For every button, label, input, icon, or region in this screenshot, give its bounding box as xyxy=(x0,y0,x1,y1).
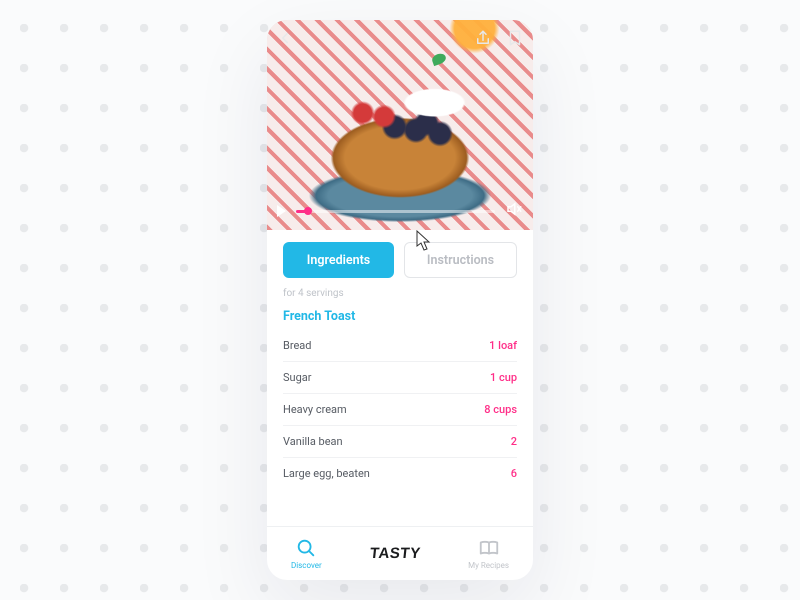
servings-text: for 4 servings xyxy=(283,288,517,299)
list-item: Sugar 1 cup xyxy=(283,362,517,394)
ingredient-amount: 6 xyxy=(511,467,517,480)
discover-icon xyxy=(295,537,317,559)
play-button[interactable] xyxy=(277,205,286,217)
ingredients-list: Bread 1 loaf Sugar 1 cup Heavy cream 8 c… xyxy=(283,330,517,489)
tab-ingredients[interactable]: Ingredients xyxy=(283,242,394,278)
phone-frame: Ingredients Instructions for 4 servings … xyxy=(267,20,533,580)
play-icon xyxy=(277,205,286,217)
chevron-left-icon xyxy=(276,29,294,47)
volume-muted-icon xyxy=(505,200,523,218)
list-item: Vanilla bean 2 xyxy=(283,426,517,458)
section-title: French Toast xyxy=(283,309,517,324)
recipe-hero-image xyxy=(267,20,533,230)
ingredient-name: Heavy cream xyxy=(283,403,347,416)
nav-my-recipes[interactable]: My Recipes xyxy=(468,537,509,570)
ingredient-name: Large egg, beaten xyxy=(283,467,370,480)
back-button[interactable] xyxy=(275,28,295,48)
nav-discover[interactable]: Discover xyxy=(291,537,322,570)
bottom-nav: Discover TASTY My Recipes xyxy=(267,526,533,580)
video-controls xyxy=(277,200,523,222)
list-item: Large egg, beaten 6 xyxy=(283,458,517,489)
cursor-overlay xyxy=(416,230,432,256)
nav-label: Discover xyxy=(291,561,322,570)
nav-label: My Recipes xyxy=(468,561,509,570)
recipe-tabs: Ingredients Instructions xyxy=(283,242,517,278)
share-icon xyxy=(474,29,492,47)
ingredient-amount: 1 loaf xyxy=(489,339,517,352)
bookmark-button[interactable] xyxy=(505,28,525,48)
ingredient-amount: 8 cups xyxy=(484,403,517,416)
share-button[interactable] xyxy=(473,28,493,48)
mute-button[interactable] xyxy=(505,200,523,222)
bookmark-icon xyxy=(506,29,524,47)
video-scrubber[interactable] xyxy=(296,210,495,213)
top-actions xyxy=(275,28,525,48)
list-item: Bread 1 loaf xyxy=(283,330,517,362)
ingredient-name: Bread xyxy=(283,339,312,352)
video-scrubber-thumb xyxy=(304,207,312,215)
recipe-video[interactable] xyxy=(267,20,533,230)
list-item: Heavy cream 8 cups xyxy=(283,394,517,426)
book-icon xyxy=(478,537,500,559)
ingredient-name: Sugar xyxy=(283,371,311,384)
ingredient-name: Vanilla bean xyxy=(283,435,343,448)
ingredient-amount: 1 cup xyxy=(490,371,517,384)
brand-logo[interactable]: TASTY xyxy=(369,545,421,562)
ingredient-amount: 2 xyxy=(511,435,517,448)
recipe-content: Ingredients Instructions for 4 servings … xyxy=(267,230,533,526)
